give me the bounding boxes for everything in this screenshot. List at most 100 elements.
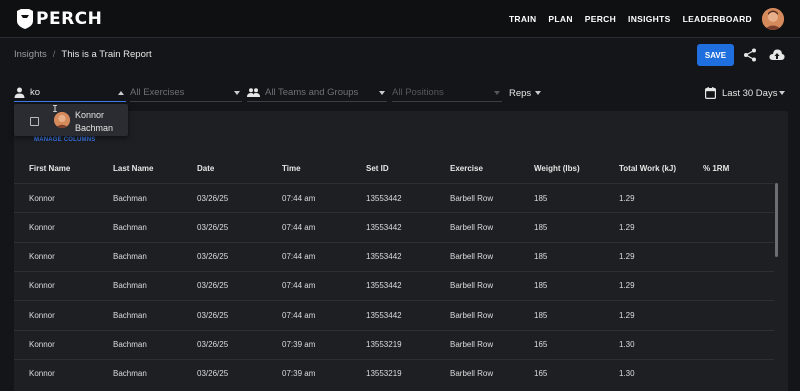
person-icon [14,87,25,98]
cell-exercise: Barbell Row [450,310,494,320]
cell-date: 03/26/25 [197,340,229,349]
cell-exercise: Barbell Row [450,222,494,232]
cell-total-work: 1.29 [619,310,635,320]
cell-set-id: 13553219 [366,369,402,379]
column-exercise[interactable]: Exercise [450,157,483,179]
table-row[interactable]: Konnor Bachman 03/26/25 07:44 am 13553442 Bar… [14,183,774,212]
cell-exercise: Barbell Row [450,281,494,291]
cell-total-work: 1.29 [619,222,635,232]
cell-total-work: 1.29 [619,252,635,262]
cell-first-name: Konnor [29,369,55,379]
cell-set-id: 13553442 [366,310,402,320]
cell-last-name: Bachman [113,193,147,203]
column-last-name[interactable]: Last Name [113,157,153,179]
cell-first-name: Konnor [29,310,55,320]
date-range-value: Last 30 Days [722,87,778,99]
table-scrollbar[interactable] [775,183,778,257]
column-weight[interactable]: Weight (lbs) [534,157,580,179]
metric-select[interactable]: Reps [509,84,543,102]
date-range-select[interactable]: Last 30 Days [705,84,787,102]
user-avatar[interactable] [762,8,784,30]
chevron-up-icon[interactable] [118,91,124,95]
cell-date: 03/26/25 [197,252,229,262]
cell-weight: 185 [534,281,548,291]
cloud-upload-icon[interactable] [769,48,785,62]
chevron-down-icon[interactable] [779,91,785,95]
cell-time: 07:44 am [282,222,316,232]
calendar-icon [705,87,716,99]
cell-weight: 185 [534,310,548,320]
table-row[interactable]: Konnor Bachman 03/26/25 07:44 am 13553442 Bar… [14,241,774,271]
athlete-search-input[interactable]: ko [30,87,40,98]
athlete-dropdown-menu: Konnor Bachman [14,104,128,136]
group-icon [247,88,260,97]
cell-exercise: Barbell Row [450,252,494,262]
perch-bird-icon [17,9,33,29]
nav-leaderboard[interactable]: LEADERBOARD [683,14,752,24]
column-percent-1rm[interactable]: % 1RM [703,157,729,179]
column-total-work[interactable]: Total Work (kJ) [619,157,676,179]
cell-first-name: Konnor [29,193,55,203]
table-row[interactable]: Konnor Bachman 03/26/25 07:44 am 13553442 Bar… [14,270,774,300]
athlete-filter[interactable]: ko [14,84,126,102]
cell-first-name: Konnor [29,340,55,349]
column-set-id[interactable]: Set ID [366,157,389,179]
athlete-option-name[interactable]: Konnor Bachman [75,109,113,135]
cell-set-id: 13553442 [366,281,402,291]
column-time[interactable]: Time [282,157,301,179]
cell-total-work: 1.30 [619,369,635,379]
brand-name: PERCH [36,9,103,29]
nav-train[interactable]: TRAIN [509,14,536,24]
breadcrumb-separator: / [52,49,56,60]
chevron-down-icon[interactable] [234,91,240,95]
cell-total-work: 1.30 [619,340,635,349]
nav-perch[interactable]: PERCH [585,14,616,24]
cell-date: 03/26/25 [197,281,229,291]
athlete-option-checkbox[interactable] [30,117,39,126]
cell-weight: 165 [534,369,548,379]
cell-set-id: 13553219 [366,340,402,349]
cell-weight: 185 [534,222,548,232]
positions-filter[interactable]: All Positions [392,84,502,102]
cell-time: 07:39 am [282,369,316,379]
teams-filter[interactable]: All Teams and Groups [247,84,387,102]
manage-columns-button[interactable]: MANAGE COLUMNS [34,137,95,143]
cell-first-name: Konnor [29,252,55,262]
cell-last-name: Bachman [113,340,147,349]
cell-time: 07:44 am [282,252,316,262]
table-row[interactable]: Konnor Bachman 03/26/25 07:44 am 13553442 Bar… [14,212,774,241]
perch-logo[interactable]: PERCH [16,8,102,30]
table-row[interactable]: Konnor Bachman 03/26/25 07:39 am 13553219 Bar… [14,329,774,359]
nav-plan[interactable]: PLAN [548,14,572,24]
athlete-option-first-name: Konnor [75,110,105,120]
cell-time: 07:44 am [282,310,316,320]
teams-placeholder: All Teams and Groups [265,87,359,98]
cell-total-work: 1.29 [619,281,635,291]
chevron-down-icon[interactable] [535,91,541,95]
cell-date: 03/26/25 [197,222,229,232]
cell-time: 07:39 am [282,340,316,349]
column-first-name[interactable]: First Name [29,157,70,179]
column-date[interactable]: Date [197,157,214,179]
cell-time: 07:44 am [282,281,316,291]
cell-last-name: Bachman [113,222,147,232]
cell-exercise: Barbell Row [450,369,494,379]
exercises-filter[interactable]: All Exercises [130,84,242,102]
cell-date: 03/26/25 [197,193,229,203]
chevron-down-icon[interactable] [494,91,500,95]
table-row[interactable]: Konnor Bachman 03/26/25 07:39 am 13553219 Bar… [14,358,774,388]
table-row[interactable]: Konnor Bachman 03/26/25 07:44 am 13553442 Bar… [14,300,774,329]
save-button[interactable]: SAVE [697,44,734,66]
chevron-down-icon[interactable] [379,91,385,95]
share-icon[interactable] [743,48,757,62]
breadcrumb: Insights / This is a Train Report [14,49,152,60]
main-nav: TRAIN PLAN PERCH INSIGHTS LEADERBOARD [497,14,752,24]
cell-weight: 185 [534,252,548,262]
cell-date: 03/26/25 [197,369,229,379]
top-navigation-bar: PERCH TRAIN PLAN PERCH INSIGHTS LEADERBO… [0,0,800,38]
page-title: This is a Train Report [61,49,152,60]
breadcrumb-insights[interactable]: Insights [14,49,47,60]
exercises-placeholder: All Exercises [130,87,185,98]
nav-insights[interactable]: INSIGHTS [628,14,671,24]
positions-placeholder: All Positions [392,87,444,98]
